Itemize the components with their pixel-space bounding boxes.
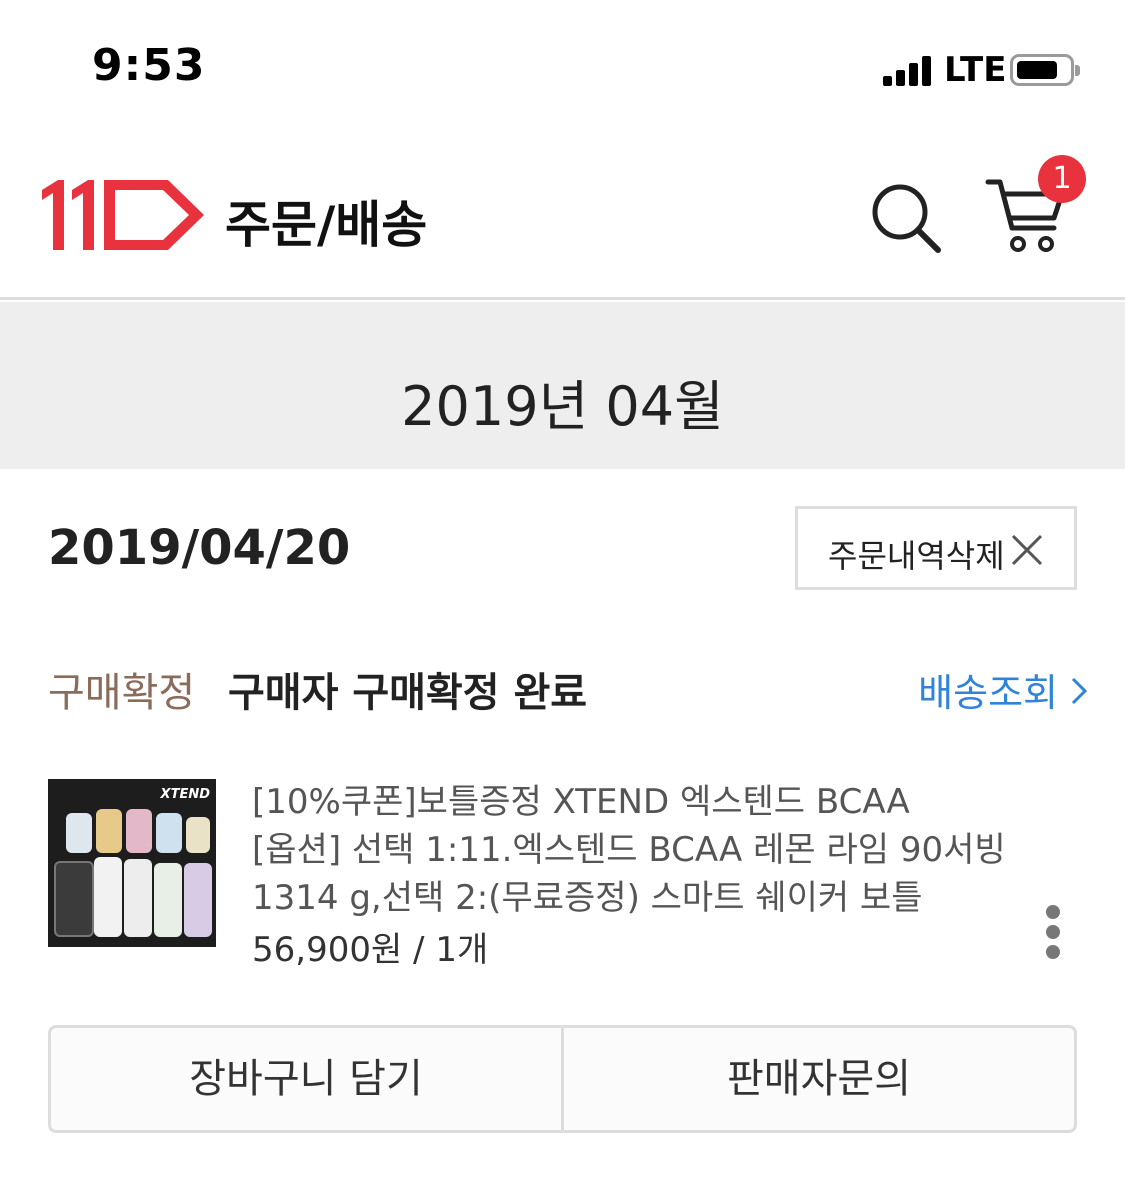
- order-status-label: 구매확정: [48, 670, 196, 716]
- 11st-logo[interactable]: [40, 176, 208, 254]
- month-header: 2019년 04월: [0, 302, 1125, 469]
- order-date: 2019/04/20: [48, 520, 351, 576]
- product-price: 56,900원 / 1개: [252, 930, 489, 970]
- delete-order-label: 주문내역삭제: [828, 537, 1005, 575]
- app-header: 주문/배송: [0, 130, 1125, 300]
- status-bar: 9:53 LTE: [0, 0, 1125, 130]
- product-info[interactable]: [10%쿠폰]보틀증정 XTEND 엑스텐드 BCAA [옵션] 선택 1:11…: [252, 778, 1032, 974]
- status-time: 9:53: [92, 40, 206, 91]
- cart-count-badge: 1: [1038, 155, 1086, 203]
- page-title: 주문/배송: [225, 196, 428, 254]
- product-option-line: 1314 g,선택 2:(무료증정) 스마트 쉐이커 보틀: [252, 878, 923, 918]
- product-name-line: [10%쿠폰]보틀증정 XTEND 엑스텐드 BCAA: [252, 782, 910, 822]
- chevron-right-icon: [1071, 677, 1088, 705]
- ask-seller-button[interactable]: 판매자문의: [561, 1028, 1074, 1130]
- order-status-row: 구매확정 구매자 구매확정 완료 배송조회: [48, 660, 1088, 720]
- month-label: 2019년 04월: [401, 375, 724, 438]
- search-icon[interactable]: [868, 180, 944, 256]
- thumbnail-brand: XTEND: [160, 787, 210, 802]
- delete-order-button[interactable]: 주문내역삭제: [795, 506, 1077, 590]
- signal-bars-icon: [883, 54, 935, 86]
- product-thumbnail[interactable]: XTEND: [48, 779, 216, 947]
- track-delivery-label: 배송조회: [918, 671, 1058, 715]
- add-to-cart-button[interactable]: 장바구니 담기: [51, 1028, 561, 1130]
- track-delivery-link[interactable]: 배송조회: [918, 662, 1088, 717]
- battery-icon: [1010, 54, 1080, 86]
- order-status-text: 구매자 구매확정 완료: [228, 670, 588, 716]
- product-option-line: [옵션] 선택 1:11.엑스텐드 BCAA 레몬 라임 90서빙: [252, 830, 1006, 870]
- close-icon: [1011, 534, 1043, 566]
- more-options-icon[interactable]: [1040, 905, 1066, 965]
- network-type: LTE: [944, 50, 1007, 90]
- order-actions: 장바구니 담기 판매자문의: [48, 1025, 1077, 1133]
